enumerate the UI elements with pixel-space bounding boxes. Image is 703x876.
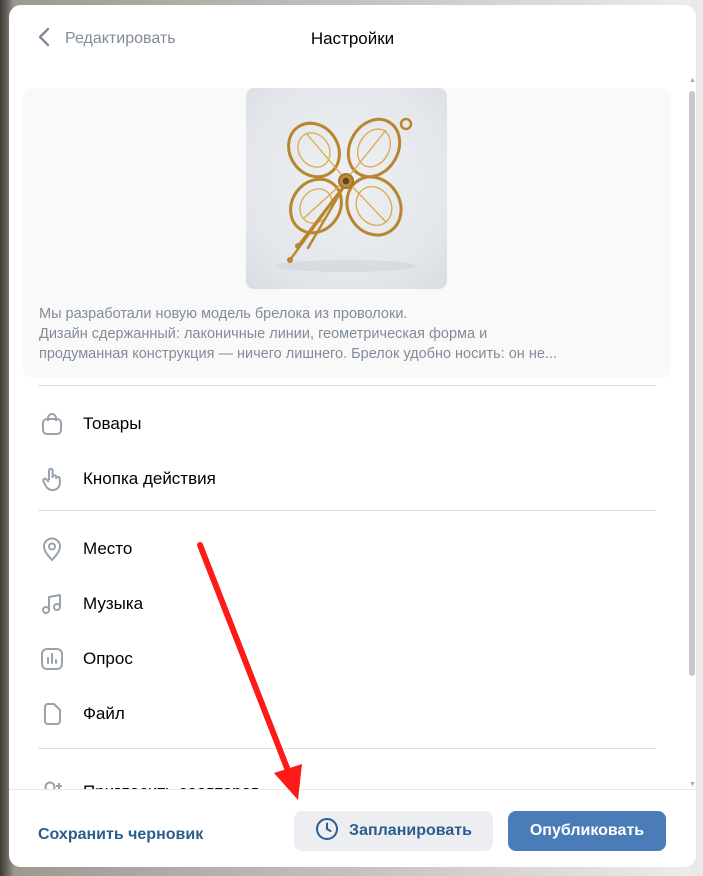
divider (38, 385, 656, 386)
scroll-up-icon[interactable]: ▲ (689, 77, 696, 85)
menu-item-action-button[interactable]: Кнопка действия (38, 457, 656, 501)
publish-button[interactable]: Опубликовать (508, 811, 666, 851)
menu-item-label: Место (83, 539, 133, 558)
menu-item-label: Музыка (83, 594, 144, 613)
menu-item-label: Кнопка действия (83, 469, 216, 488)
menu-item-label: Файл (83, 704, 125, 723)
menu-item-music[interactable]: Музыка (38, 582, 656, 626)
music-note-icon (38, 590, 66, 618)
file-icon (38, 700, 66, 728)
modal-footer: Сохранить черновик Запланировать Опублик… (9, 789, 696, 867)
post-preview[interactable]: Мы разработали новую модель брелока из п… (23, 88, 671, 378)
scrollbar[interactable]: ▲ ▼ (687, 73, 696, 793)
menu-item-label: Товары (83, 414, 142, 433)
clock-icon (315, 817, 339, 846)
wire-keychain-image (246, 88, 447, 289)
post-text-line: продуманная конструкция — ничего лишнего… (39, 346, 557, 362)
map-pin-icon (38, 535, 66, 563)
menu-item-file[interactable]: Файл (38, 692, 656, 736)
settings-modal: Редактировать Настройки Мы разработали н… (9, 5, 696, 867)
poll-icon (38, 645, 66, 673)
hand-pointer-icon (38, 465, 66, 493)
modal-header: Редактировать Настройки (9, 5, 696, 73)
menu-item-poll[interactable]: Опрос (38, 637, 656, 681)
schedule-button[interactable]: Запланировать (294, 811, 493, 851)
divider (38, 748, 656, 749)
divider (38, 510, 656, 511)
menu-item-label: Опрос (83, 649, 133, 668)
post-text-line: Дизайн сдержанный: лаконичные линии, гео… (39, 326, 488, 342)
schedule-label: Запланировать (349, 822, 472, 839)
modal-content: Мы разработали новую модель брелока из п… (9, 73, 696, 793)
bag-icon (38, 410, 66, 438)
post-text-line: Мы разработали новую модель брелока из п… (39, 306, 408, 322)
scroll-down-icon[interactable]: ▼ (689, 781, 696, 789)
menu-item-products[interactable]: Товары (38, 402, 656, 446)
modal-title: Настройки (310, 29, 395, 48)
scroll-thumb[interactable] (689, 91, 695, 676)
publish-label: Опубликовать (529, 822, 645, 839)
menu-item-place[interactable]: Место (38, 527, 656, 571)
post-text: Мы разработали новую модель брелока из п… (39, 304, 639, 364)
save-draft-button[interactable]: Сохранить черновик (38, 826, 203, 844)
